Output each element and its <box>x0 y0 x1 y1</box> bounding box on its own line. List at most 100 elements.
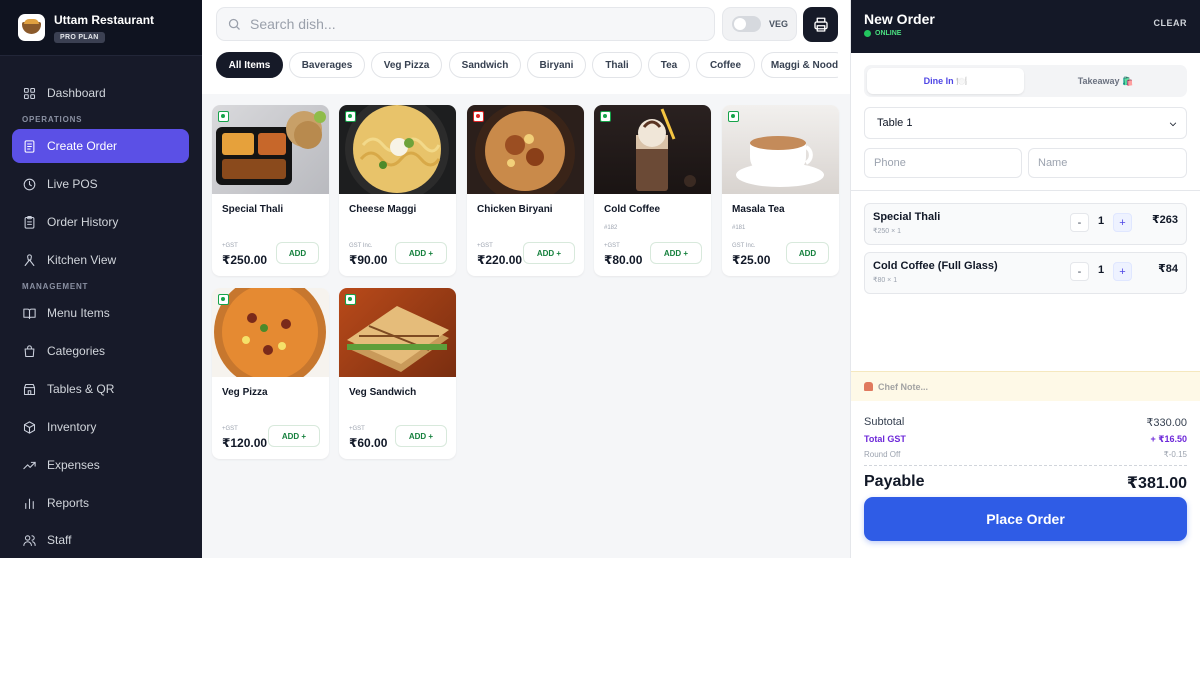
subtotal-value: ₹330.00 <box>1146 417 1187 429</box>
menu-toolbar: VEG All Items Baverages Veg Pizza Sandwi… <box>202 0 850 94</box>
dish-code: #182 <box>604 225 618 231</box>
menu-card-sandwich[interactable]: Veg Sandwich +GST ₹60.00 ADD + <box>339 288 456 459</box>
add-to-order-button[interactable]: ADD + <box>395 425 447 447</box>
sidebar-item-label: Expenses <box>47 458 100 472</box>
clear-button[interactable]: CLEAR <box>1154 18 1188 28</box>
sidebar-item-live-pos[interactable]: Live POS <box>12 167 189 201</box>
sidebar-item-label: Kitchen View <box>47 253 117 267</box>
veg-indicator-icon <box>728 111 739 122</box>
veg-filter-toggle[interactable]: VEG <box>722 7 797 41</box>
print-button[interactable] <box>803 7 838 42</box>
chip-biryani[interactable]: Biryani <box>527 52 586 78</box>
sidebar-item-expenses[interactable]: Expenses <box>12 448 189 482</box>
qty-increase-button[interactable]: + <box>1113 262 1132 281</box>
table-select[interactable]: Table 1 <box>864 107 1187 139</box>
restaurant-logo-icon <box>18 14 45 41</box>
sidebar-item-dashboard[interactable]: Dashboard <box>12 76 189 110</box>
qty-increase-button[interactable]: + <box>1113 213 1132 232</box>
chip-veg-pizza[interactable]: Veg Pizza <box>371 52 442 78</box>
chip-sandwich[interactable]: Sandwich <box>449 52 521 78</box>
sidebar: Uttam Restaurant PRO PLAN Dashboard OPER… <box>0 0 202 558</box>
place-order-button[interactable]: Place Order <box>864 497 1187 541</box>
dish-name: Cheese Maggi <box>349 204 417 215</box>
takeaway-tab[interactable]: Takeaway 🛍️ <box>1027 68 1184 94</box>
dish-price: ₹90.00 <box>349 253 388 267</box>
add-to-order-button[interactable]: ADD + <box>523 242 575 264</box>
menu-card-thali[interactable]: Special Thali +GST ₹250.00 ADD <box>212 105 329 276</box>
dish-image <box>339 288 456 377</box>
payable-value: ₹381.00 <box>1126 475 1187 492</box>
chip-tea[interactable]: Tea <box>648 52 690 78</box>
line-item-name: Special Thali <box>873 211 941 223</box>
sidebar-item-staff[interactable]: Staff <box>12 523 189 557</box>
menu-card-tea[interactable]: Masala Tea #181 GST Inc. ₹25.00 ADD <box>722 105 839 276</box>
order-line-item: Special Thali ₹250 × 1 - 1 + ₹263 <box>864 203 1187 245</box>
round-off-row: Round Off ₹-0.15 <box>864 450 1187 459</box>
dish-image <box>594 105 711 194</box>
veg-indicator-icon <box>600 111 611 122</box>
chip-maggi-noodles[interactable]: Maggi & Nood <box>761 52 838 78</box>
phone-input[interactable] <box>874 157 1014 169</box>
veg-indicator-icon <box>345 294 356 305</box>
qty-decrease-button[interactable]: - <box>1070 213 1089 232</box>
menu-card-biryani[interactable]: Chicken Biryani +GST ₹220.00 ADD + <box>467 105 584 276</box>
section-management: MANAGEMENT <box>22 282 89 291</box>
sidebar-item-kitchen-view[interactable]: Kitchen View <box>12 243 189 277</box>
book-icon <box>23 308 36 319</box>
tax-note: +GST <box>222 243 238 249</box>
sidebar-item-categories[interactable]: Categories <box>12 334 189 368</box>
add-to-order-button[interactable]: ADD + <box>650 242 702 264</box>
search-input[interactable] <box>250 16 690 32</box>
add-to-order-button[interactable]: ADD <box>276 242 319 264</box>
chip-coffee[interactable]: Coffee <box>696 52 755 78</box>
menu-card-maggi[interactable]: Cheese Maggi GST Inc. ₹90.00 ADD + <box>339 105 456 276</box>
add-to-order-button[interactable]: ADD + <box>395 242 447 264</box>
section-operations: OPERATIONS <box>22 115 83 124</box>
chef-hat-icon <box>864 382 873 391</box>
bar-chart-icon <box>25 498 34 509</box>
dish-image <box>467 105 584 194</box>
menu-card-coffee[interactable]: Cold Coffee #182 +GST ₹80.00 ADD + <box>594 105 711 276</box>
sidebar-item-label: Staff <box>47 533 72 547</box>
chip-all-items[interactable]: All Items <box>216 52 283 78</box>
online-status: ONLINE <box>864 30 901 37</box>
order-title: New Order <box>864 11 935 27</box>
order-panel: New Order ONLINE CLEAR Dine In 🍽️ Takeaw… <box>850 0 1200 558</box>
dine-in-tab[interactable]: Dine In 🍽️ <box>867 68 1024 94</box>
add-to-order-button[interactable]: ADD + <box>268 425 320 447</box>
tax-note: +GST <box>477 243 493 249</box>
store-icon <box>23 383 36 395</box>
dish-image <box>212 105 329 194</box>
dish-price: ₹220.00 <box>477 253 523 267</box>
phone-field[interactable] <box>864 148 1022 178</box>
dish-price: ₹250.00 <box>222 253 268 267</box>
qty-value: 1 <box>1098 215 1105 227</box>
chip-thali[interactable]: Thali <box>592 52 642 78</box>
add-to-order-button[interactable]: ADD <box>786 242 829 264</box>
chef-note-input[interactable]: Chef Note... <box>851 371 1200 401</box>
line-item-name: Cold Coffee (Full Glass) <box>873 260 998 272</box>
plan-badge: PRO PLAN <box>54 31 105 43</box>
sidebar-item-tables-qr[interactable]: Tables & QR <box>12 372 189 406</box>
qty-decrease-button[interactable]: - <box>1070 262 1089 281</box>
sidebar-item-label: Create Order <box>47 139 118 153</box>
sidebar-item-inventory[interactable]: Inventory <box>12 410 189 444</box>
round-off-label: Round Off <box>864 450 901 459</box>
name-input[interactable] <box>1038 157 1178 169</box>
round-off-value: ₹-0.15 <box>1163 450 1187 459</box>
sidebar-item-create-order[interactable]: Create Order <box>12 129 189 163</box>
name-field[interactable] <box>1028 148 1187 178</box>
menu-card-pizza[interactable]: Veg Pizza +GST ₹120.00 ADD + <box>212 288 329 459</box>
sidebar-item-order-history[interactable]: Order History <box>12 205 189 239</box>
sidebar-item-reports[interactable]: Reports <box>12 486 189 520</box>
category-chips: All Items Baverages Veg Pizza Sandwich B… <box>216 52 838 78</box>
toggle-switch[interactable] <box>732 16 761 32</box>
app: Uttam Restaurant PRO PLAN Dashboard OPER… <box>0 0 1200 558</box>
qty-value: 1 <box>1098 264 1105 276</box>
chip-baverages[interactable]: Baverages <box>289 52 365 78</box>
line-item-price-qty: ₹250 × 1 <box>873 228 902 235</box>
payable-label: Payable <box>864 473 925 490</box>
sidebar-item-label: Categories <box>47 344 106 358</box>
sidebar-item-menu-items[interactable]: Menu Items <box>12 296 189 330</box>
tax-note: +GST <box>604 243 620 249</box>
